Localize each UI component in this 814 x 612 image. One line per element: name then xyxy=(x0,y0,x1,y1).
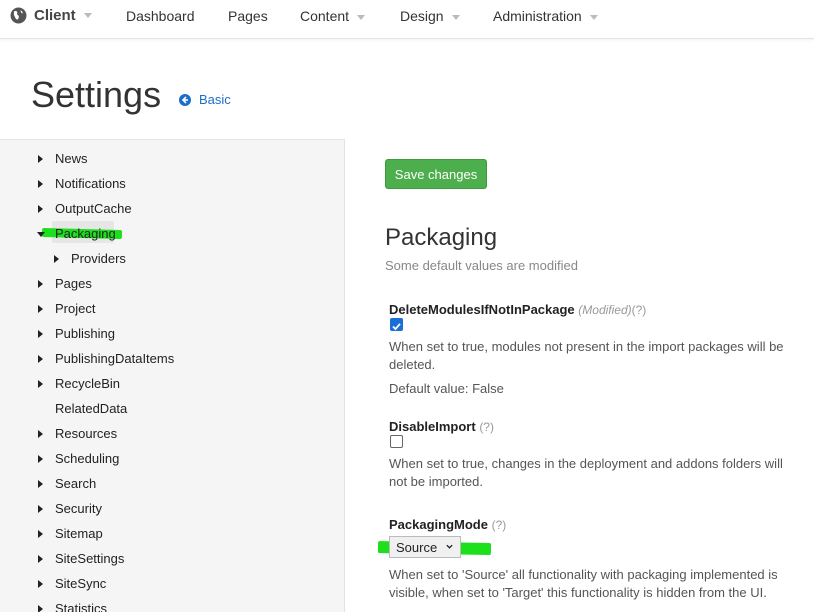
tree-item-publishing[interactable]: Publishing xyxy=(0,324,344,344)
tree-item-recyclebin[interactable]: RecycleBin xyxy=(0,374,344,394)
expand-arrow-icon xyxy=(38,430,43,438)
expand-arrow-icon xyxy=(38,355,43,363)
tree-item-label: News xyxy=(55,151,88,166)
tree-item-relateddata[interactable]: RelatedData xyxy=(0,399,344,419)
tree-item-statistics[interactable]: Statistics xyxy=(0,599,344,612)
expand-arrow-icon xyxy=(38,580,43,588)
tree-item-label: SiteSettings xyxy=(55,551,125,566)
brand-menu[interactable]: Client xyxy=(10,7,92,24)
section-title: Packaging xyxy=(385,224,498,251)
setting-description: When set to 'Source' all functionality w… xyxy=(389,567,778,600)
globe-icon xyxy=(10,7,27,24)
nav-pages[interactable]: Pages xyxy=(228,8,268,24)
chevron-down-icon xyxy=(446,544,453,549)
tree-item-label: Scheduling xyxy=(55,451,120,466)
brand-name: Client xyxy=(34,7,76,24)
default-value-text: Default value: False xyxy=(389,381,504,396)
tree-item-label: Project xyxy=(55,301,96,316)
save-changes-button[interactable]: Save changes xyxy=(385,159,487,189)
expand-arrow-icon xyxy=(38,380,43,388)
nav-design[interactable]: Design xyxy=(400,8,460,24)
expand-arrow-icon xyxy=(38,505,43,513)
tree-item-label: RelatedData xyxy=(55,401,128,416)
tree-item-label: Providers xyxy=(71,251,126,266)
expand-arrow-icon xyxy=(38,555,43,563)
section-subtitle: Some default values are modified xyxy=(385,258,578,273)
tree-item-label: Packaging xyxy=(55,226,116,241)
tree-item-label: Sitemap xyxy=(55,526,103,541)
expand-arrow-icon xyxy=(38,330,43,338)
tree-item-label: Statistics xyxy=(55,601,108,612)
tree-item-providers[interactable]: Providers xyxy=(0,249,344,269)
tree-item-label: Pages xyxy=(55,276,92,291)
nav-content-label: Content xyxy=(300,8,350,24)
tree-item-security[interactable]: Security xyxy=(0,499,344,519)
tree-item-sitesync[interactable]: SiteSync xyxy=(0,574,344,594)
top-navbar: Client Dashboard Pages Content Design Ad… xyxy=(0,0,814,39)
chevron-down-icon xyxy=(83,13,92,18)
modified-tag: (Modified) xyxy=(578,303,632,317)
setting-name: DeleteModulesIfNotInPackage xyxy=(389,302,575,317)
help-link[interactable]: (?) xyxy=(632,303,647,317)
nav-design-label: Design xyxy=(400,8,444,24)
expand-arrow-icon xyxy=(54,255,59,263)
nav-administration-label: Administration xyxy=(493,8,582,24)
expand-arrow-icon xyxy=(38,530,43,538)
tree-item-scheduling[interactable]: Scheduling xyxy=(0,449,344,469)
page-title: Settings xyxy=(31,74,162,115)
packaging-mode-select[interactable]: Source xyxy=(389,536,461,558)
tree-item-label: Resources xyxy=(55,426,118,441)
nav-content[interactable]: Content xyxy=(300,8,366,24)
tree-item-label: SiteSync xyxy=(55,576,107,591)
tree-item-label: Search xyxy=(55,476,97,491)
help-link[interactable]: (?) xyxy=(492,518,507,532)
tree-item-publishingdataitems[interactable]: PublishingDataItems xyxy=(0,349,344,369)
expand-arrow-icon xyxy=(38,305,43,313)
disable-import-checkbox[interactable] xyxy=(390,435,403,448)
tree-item-label: RecycleBin xyxy=(55,376,121,391)
collapse-arrow-icon xyxy=(37,232,45,237)
nav-dashboard[interactable]: Dashboard xyxy=(126,8,195,24)
expand-arrow-icon xyxy=(38,455,43,463)
chevron-down-icon xyxy=(589,14,598,20)
settings-tree: News Notifications OutputCache Packaging… xyxy=(0,139,345,612)
setting-label-packaging-mode: PackagingMode (?) xyxy=(389,517,506,532)
expand-arrow-icon xyxy=(38,155,43,163)
tree-item-news[interactable]: News xyxy=(0,149,344,169)
setting-label-disable-import: DisableImport (?) xyxy=(389,419,494,434)
tree-item-notifications[interactable]: Notifications xyxy=(0,174,344,194)
chevron-down-icon xyxy=(357,14,366,20)
tree-item-packaging[interactable]: Packaging xyxy=(0,224,344,244)
tree-item-label: Security xyxy=(55,501,102,516)
expand-arrow-icon xyxy=(38,280,43,288)
tree-item-sitemap[interactable]: Sitemap xyxy=(0,524,344,544)
tree-item-label: PublishingDataItems xyxy=(55,351,175,366)
checkmark-icon xyxy=(392,323,401,331)
back-arrow-icon xyxy=(179,93,191,106)
tree-item-project[interactable]: Project xyxy=(0,299,344,319)
tree-item-pages[interactable]: Pages xyxy=(0,274,344,294)
tree-item-outputcache[interactable]: OutputCache xyxy=(0,199,344,219)
expand-arrow-icon xyxy=(38,480,43,488)
setting-description: When set to true, changes in the deploym… xyxy=(389,456,783,489)
tree-item-resources[interactable]: Resources xyxy=(0,424,344,444)
tree-item-label: Publishing xyxy=(55,326,115,341)
setting-label-delete-modules: DeleteModulesIfNotInPackage (Modified)(?… xyxy=(389,302,646,317)
setting-name: DisableImport xyxy=(389,419,476,434)
help-link[interactable]: (?) xyxy=(479,420,494,434)
select-value: Source xyxy=(396,539,438,555)
setting-name: PackagingMode xyxy=(389,517,488,532)
basic-link-label: Basic xyxy=(199,92,231,107)
nav-administration[interactable]: Administration xyxy=(493,8,598,24)
basic-link[interactable]: Basic xyxy=(179,92,231,107)
tree-item-search[interactable]: Search xyxy=(0,474,344,494)
setting-description: When set to true, modules not present in… xyxy=(389,339,784,372)
tree-item-sitesettings[interactable]: SiteSettings xyxy=(0,549,344,569)
chevron-down-icon xyxy=(451,14,460,20)
tree-item-label: Notifications xyxy=(55,176,126,191)
expand-arrow-icon xyxy=(38,180,43,188)
delete-modules-checkbox[interactable] xyxy=(390,318,403,331)
expand-arrow-icon xyxy=(38,205,43,213)
tree-item-label: OutputCache xyxy=(55,201,132,216)
